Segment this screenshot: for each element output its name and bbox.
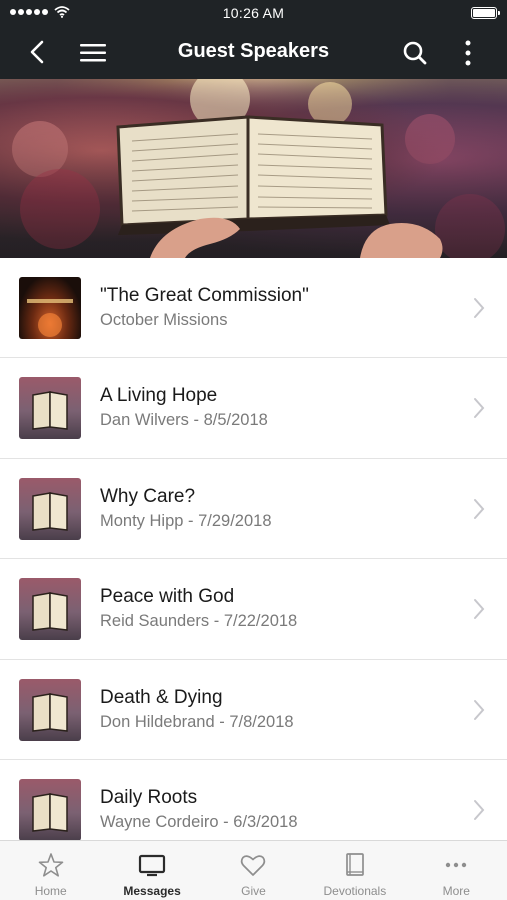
message-title: A Living Hope [100, 385, 218, 407]
hero-banner-image [0, 79, 507, 258]
message-thumbnail [19, 477, 81, 540]
chevron-right-icon [474, 298, 485, 318]
message-thumbnail [19, 578, 81, 641]
message-title: Why Care? [100, 485, 196, 507]
message-title: Daily Roots [100, 786, 198, 808]
star-icon [38, 853, 63, 877]
tab-messages[interactable]: Messages [101, 841, 202, 900]
tab-more[interactable]: More [406, 841, 507, 900]
more-vertical-icon[interactable] [456, 38, 480, 68]
message-subtitle: Monty Hipp - 7/29/2018 [100, 511, 272, 530]
nav-bar: Guest Speakers [0, 26, 507, 79]
list-item[interactable]: Daily Roots Wayne Cordeiro - 6/3/2018 [0, 759, 507, 840]
chevron-right-icon [474, 599, 485, 620]
tab-label: Home [34, 884, 67, 898]
chevron-right-icon [474, 799, 485, 820]
book-icon [346, 853, 364, 876]
tab-label: Messages [123, 884, 181, 898]
tab-label: Devotionals [323, 884, 387, 898]
message-thumbnail [19, 778, 81, 840]
message-title: "The Great Commission" [100, 285, 309, 306]
message-thumbnail [19, 377, 81, 440]
message-subtitle: Dan Wilvers - 8/5/2018 [100, 411, 268, 430]
message-title: Death & Dying [100, 686, 223, 708]
message-thumbnail [19, 678, 81, 741]
status-bar: 10:26 AM [0, 0, 507, 26]
page-title: Guest Speakers [177, 40, 330, 62]
list-item[interactable]: Why Care? Monty Hipp - 7/29/2018 [0, 458, 507, 560]
message-subtitle: October Missions [100, 311, 228, 329]
list-item[interactable]: Peace with God Reid Saunders - 7/22/2018 [0, 559, 507, 660]
tab-home[interactable]: Home [0, 841, 101, 900]
more-horizontal-icon [446, 862, 467, 868]
message-title: Peace with God [100, 586, 235, 608]
tab-label: Give [241, 884, 266, 898]
message-list: "The Great Commission" October Missions … [0, 258, 507, 840]
battery-icon [471, 7, 500, 19]
message-subtitle: Reid Saunders - 7/22/2018 [100, 612, 298, 631]
tab-give[interactable]: Give [203, 841, 304, 900]
open-bible-illustration [0, 79, 507, 258]
chevron-right-icon [474, 498, 485, 519]
tv-icon [138, 854, 166, 877]
tab-devotionals[interactable]: Devotionals [304, 841, 405, 900]
status-time: 10:26 AM [222, 5, 285, 21]
heart-icon [241, 855, 266, 876]
chevron-right-icon [474, 398, 485, 419]
message-subtitle: Wayne Cordeiro - 6/3/2018 [100, 812, 298, 831]
message-thumbnail [19, 277, 81, 339]
list-item[interactable]: Death & Dying Don Hildebrand - 7/8/2018 [0, 659, 507, 760]
list-item[interactable]: "The Great Commission" October Missions [0, 258, 507, 359]
tab-bar: Home Messages Give Devotionals More [0, 840, 507, 900]
chevron-right-icon [474, 699, 485, 720]
list-item[interactable]: A Living Hope Dan Wilvers - 8/5/2018 [0, 358, 507, 459]
message-subtitle: Don Hildebrand - 7/8/2018 [100, 712, 294, 731]
search-icon[interactable] [400, 38, 430, 68]
tab-label: More [442, 884, 470, 898]
